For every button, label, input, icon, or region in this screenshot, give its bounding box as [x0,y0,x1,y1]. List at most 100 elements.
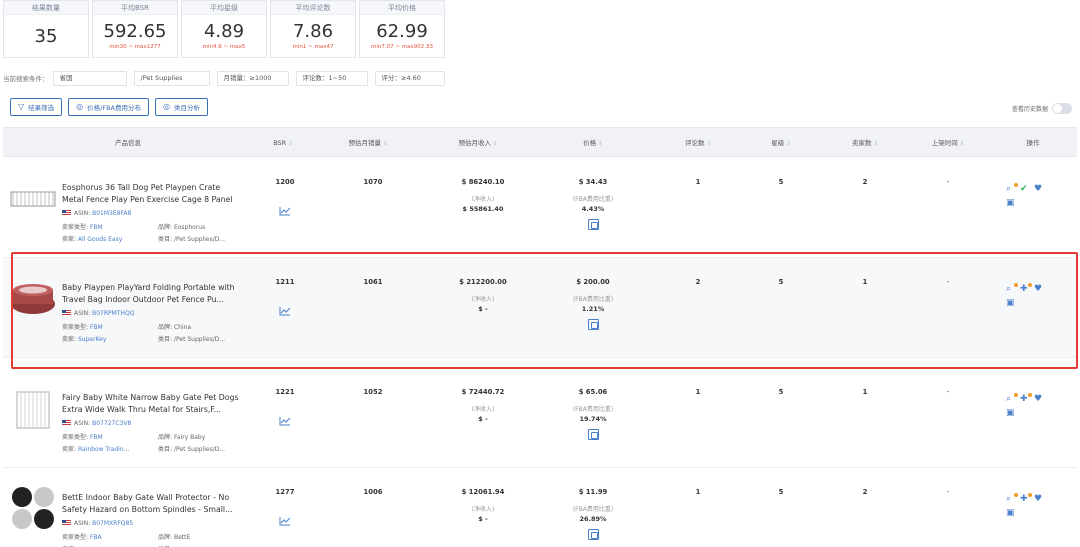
seller-link[interactable]: All Goods Easy [78,236,122,243]
sort-icon: ⇕ [873,141,879,147]
seller-type-line: 卖家类型: FBM [62,322,103,331]
category-label: 类目: [158,236,173,243]
asin-line: ASIN: B07727C3V8 [62,420,131,427]
category-line: 类目: /Pet Supplies/D... [158,334,225,343]
asin-link[interactable]: B07MXRFQ85 [92,520,133,527]
product-thumbnail[interactable] [9,274,57,322]
asin-link[interactable]: B07727C3V8 [92,420,131,427]
product-research-page: 结果数量 35 平均BSR 592.65 min30 ~ max1277 平均星… [0,0,1080,547]
row-actions: ⌕ ✚ ♥ ▣ [1006,486,1066,518]
us-flag-icon [62,520,71,526]
sort-icon: ⇕ [598,141,603,147]
date-value: - [946,278,950,286]
fee-detail-icon[interactable] [587,529,599,540]
product-thumbnail[interactable] [9,384,57,432]
product-title[interactable]: BettE Indoor Baby Gate Wall Protector - … [62,492,242,516]
sort-icon: ⇕ [786,141,791,147]
trend-chart-icon[interactable] [279,206,291,216]
heart-icon[interactable]: ♥ [1034,394,1044,404]
heart-icon[interactable]: ♥ [1034,494,1044,504]
fba-ratio-label: (FBA费用比重) [572,196,614,203]
reviews-value: 1 [695,488,701,496]
product-title[interactable]: Baby Playpen PlayYard Folding Portable w… [62,282,242,306]
table-row: Baby Playpen PlayYard Folding Portable w… [3,258,1077,358]
bsr-cell: 1277 [261,488,309,496]
product-thumbnail[interactable] [9,174,57,222]
sort-icon: ⇕ [959,141,965,147]
heart-icon[interactable]: ♥ [1034,284,1044,294]
seller-type-label: 卖家类型: [62,534,89,541]
row-actions: ⌕ ✔ ♥ ▣ [1006,176,1066,208]
seller-type-line: 卖家类型: FBM [62,432,103,441]
filter-marketplace[interactable]: 省国 [52,70,127,86]
category-analysis-button[interactable]: ◎ 类目分析 [154,98,208,116]
puzzle-icon[interactable]: ✚ [1020,393,1032,404]
asin-link[interactable]: B01M3E8FA8 [92,210,131,217]
col-listing-date[interactable]: 上架时间 ⇕ [913,128,983,158]
search-plus-icon[interactable]: ⌕ [1006,183,1018,194]
product-thumbnail[interactable] [9,484,57,532]
brand-value: BettE [173,534,191,541]
trend-chart-icon[interactable] [279,516,291,526]
col-sellers[interactable]: 卖家数 ⇕ [835,128,895,158]
trend-chart-icon[interactable] [279,306,291,316]
calendar-icon[interactable]: ▣ [1006,198,1016,208]
seller-label: 卖家: [62,446,77,453]
seller-type-value: FBM [89,224,103,231]
col-price[interactable]: 价格 ⇕ [563,128,623,158]
net-income-label: (净收入) [471,406,495,413]
search-plus-icon[interactable]: ⌕ [1006,493,1018,504]
seller-link[interactable]: Rainbow Tradin... [78,446,129,453]
filter-reviews[interactable]: 评论数：1~50 [295,70,368,86]
product-title[interactable]: Fairy Baby White Narrow Baby Gate Pet Do… [62,392,242,416]
fee-detail-icon[interactable] [587,319,599,330]
toolbar: ▽ 结果筛选 ◎ 价格/FBA费用分布 ◎ 类目分析 [10,98,208,116]
net-income-label: (净收入) [471,296,495,303]
col-monthly-revenue[interactable]: 预估月收入 ⇕ [433,128,523,158]
filter-results-button[interactable]: ▽ 结果筛选 [10,98,63,116]
price-fba-distribution-button[interactable]: ◎ 价格/FBA费用分布 [68,98,149,116]
stat-range: min1 ~ max47 [292,44,334,50]
stat-label: 平均BSR [93,1,177,15]
asin-link[interactable]: B07RPMTHQQ [92,310,134,317]
reviews-cell: 1 [668,488,728,496]
col-bsr[interactable]: BSR ⇕ [258,128,308,158]
stat-value: 4.89 [203,21,245,42]
search-plus-icon[interactable]: ⌕ [1006,393,1018,404]
filter-rating[interactable]: 评分：≥4.60 [374,70,445,86]
stars-cell: 5 [751,278,811,286]
seller-line: 卖家: SuperKey [62,334,106,343]
price-value: $ 34.43 [578,178,608,186]
filter-monthly-sales[interactable]: 月销量：≥1000 [216,70,289,86]
brand-label: 品牌: [158,324,173,331]
puzzle-icon[interactable]: ✚ [1020,283,1032,294]
calendar-icon[interactable]: ▣ [1006,408,1016,418]
trend-chart-icon[interactable] [279,416,291,426]
fee-detail-icon[interactable] [587,429,599,440]
fba-ratio-label: (FBA费用比重) [572,296,614,303]
check-icon[interactable]: ✔ [1020,184,1030,194]
calendar-icon[interactable]: ▣ [1006,298,1016,308]
col-label: BSR [273,139,287,147]
reviews-cell: 1 [668,178,728,186]
filter-category[interactable]: /Pet Supplies [133,70,210,86]
date-value: - [946,388,950,396]
fba-ratio-value: 19.74% [579,415,607,423]
history-toggle-switch[interactable] [1052,103,1072,114]
seller-type-value: FBM [89,324,103,331]
col-reviews[interactable]: 评论数 ⇕ [668,128,728,158]
search-plus-icon[interactable]: ⌕ [1006,283,1018,294]
col-label: 预估月销量 [348,139,381,147]
sellers-cell: 1 [835,388,895,396]
col-monthly-sales[interactable]: 预估月销量 ⇕ [328,128,408,158]
seller-link[interactable]: SuperKey [78,336,106,343]
asin-label: ASIN: [74,210,91,217]
asin-line: ASIN: B01M3E8FA8 [62,210,131,217]
product-title[interactable]: Eosphorus 36 Tall Dog Pet Playpen Crate … [62,182,242,206]
fee-detail-icon[interactable] [587,219,599,230]
puzzle-icon[interactable]: ✚ [1020,493,1032,504]
col-stars[interactable]: 星级 ⇕ [751,128,811,158]
heart-icon[interactable]: ♥ [1034,184,1044,194]
calendar-icon[interactable]: ▣ [1006,508,1016,518]
us-flag-icon [62,420,71,426]
